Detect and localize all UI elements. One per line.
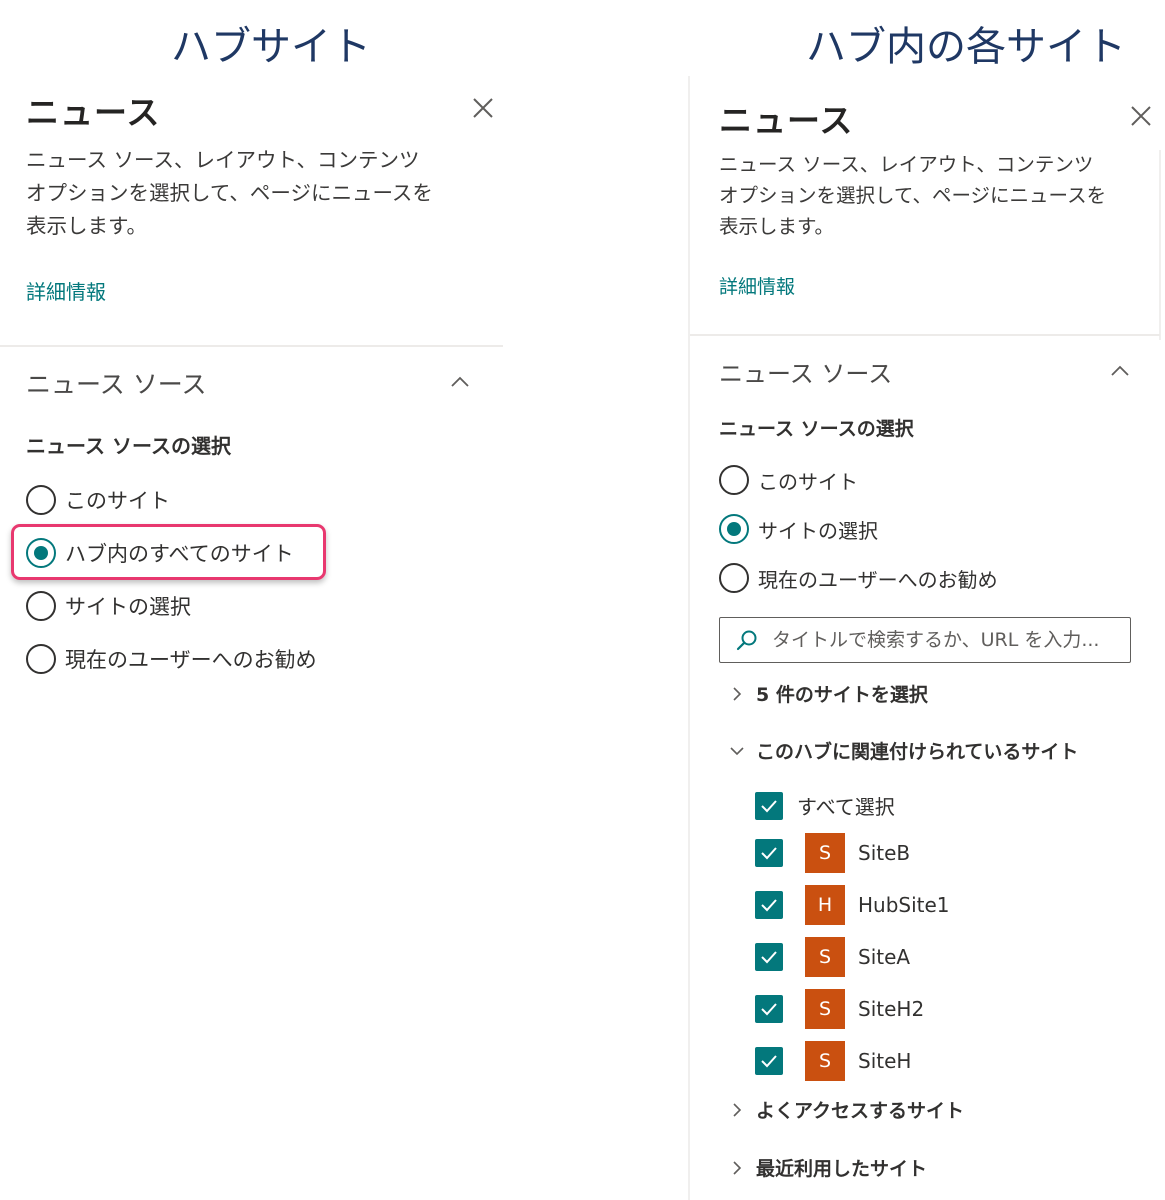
site-row[interactable]: S SiteB bbox=[755, 833, 910, 873]
site-row[interactable]: H HubSite1 bbox=[755, 885, 950, 925]
right-option-this-site[interactable]: このサイト bbox=[719, 465, 858, 495]
checkbox-checked[interactable] bbox=[755, 791, 783, 820]
left-learn-more-link[interactable]: 詳細情報 bbox=[26, 276, 106, 305]
left-collapse-chevron-icon[interactable] bbox=[450, 373, 470, 387]
left-caption: ハブサイト bbox=[171, 24, 371, 70]
left-option-select-sites[interactable]: サイトの選択 bbox=[26, 591, 191, 621]
right-description: ニュース ソース、レイアウト、コンテンツ オプションを選択して、ページにニュース… bbox=[719, 149, 1149, 242]
right-select-source-label: ニュース ソースの選択 bbox=[719, 418, 914, 440]
radio-label: このサイト bbox=[65, 489, 170, 513]
chevron-right-icon[interactable] bbox=[730, 686, 744, 701]
right-divider bbox=[690, 334, 1160, 336]
right-panel-left-border bbox=[688, 76, 690, 1200]
right-collapse-chevron-icon[interactable] bbox=[1110, 362, 1130, 376]
left-divider bbox=[0, 345, 503, 347]
site-logo-tile: S bbox=[805, 989, 845, 1029]
right-learn-more-link[interactable]: 詳細情報 bbox=[719, 272, 795, 299]
chevron-right-icon[interactable] bbox=[730, 1102, 744, 1117]
checkbox-checked[interactable] bbox=[755, 995, 783, 1023]
site-row[interactable]: S SiteH bbox=[755, 1041, 911, 1081]
right-description-line: 表示します。 bbox=[719, 215, 835, 238]
checkmark-icon bbox=[761, 1055, 777, 1068]
right-caption: ハブ内の各サイト bbox=[806, 24, 1126, 70]
radio-button[interactable] bbox=[719, 563, 749, 593]
right-description-line: オプションを選択して、ページにニュースを bbox=[719, 184, 1107, 207]
site-logo-tile: H bbox=[805, 885, 845, 925]
right-panel-scroll-edge bbox=[1159, 150, 1161, 340]
left-description-line: 表示します。 bbox=[26, 214, 147, 238]
right-section-title: ニュース ソース bbox=[719, 360, 893, 388]
site-row[interactable]: S SiteA bbox=[755, 937, 910, 977]
site-name: SiteA bbox=[858, 945, 911, 969]
right-description-line: ニュース ソース、レイアウト、コンテンツ bbox=[719, 153, 1094, 176]
checkmark-icon bbox=[761, 899, 777, 912]
site-search-box[interactable] bbox=[719, 617, 1131, 663]
site-row[interactable]: S SiteH2 bbox=[755, 989, 924, 1029]
checkmark-icon bbox=[761, 847, 777, 860]
left-option-recommended[interactable]: 現在のユーザーへのお勧め bbox=[26, 644, 317, 674]
right-option-recommended[interactable]: 現在のユーザーへのお勧め bbox=[719, 563, 998, 593]
checkbox-checked[interactable] bbox=[755, 943, 783, 971]
group-hub-sites[interactable]: このハブに関連付けられているサイト bbox=[730, 737, 1078, 764]
site-logo-tile: S bbox=[805, 833, 845, 873]
left-close-icon[interactable] bbox=[472, 97, 494, 119]
site-search-input[interactable] bbox=[770, 628, 1124, 652]
left-section-title: ニュース ソース bbox=[26, 370, 207, 399]
group-label: このハブに関連付けられているサイト bbox=[756, 741, 1079, 763]
radio-button[interactable] bbox=[26, 485, 56, 515]
group-selected-sites[interactable]: 5 件のサイトを選択 bbox=[730, 680, 928, 707]
radio-button[interactable] bbox=[26, 644, 56, 674]
left-option-this-site[interactable]: このサイト bbox=[26, 485, 170, 515]
left-description-line: オプションを選択して、ページにニュースを bbox=[26, 181, 433, 205]
radio-button-selected[interactable] bbox=[719, 514, 749, 544]
group-label: よくアクセスするサイト bbox=[756, 1100, 965, 1122]
site-logo-tile: S bbox=[805, 937, 845, 977]
radio-label: サイトの選択 bbox=[65, 595, 191, 619]
search-icon bbox=[736, 630, 757, 651]
left-panel-title: ニュース bbox=[26, 93, 161, 132]
select-all-label: すべて選択 bbox=[797, 795, 895, 819]
checkmark-icon bbox=[761, 951, 777, 964]
radio-label: 現在のユーザーへのお勧め bbox=[758, 567, 998, 592]
radio-button[interactable] bbox=[26, 591, 56, 621]
chevron-down-icon[interactable] bbox=[730, 744, 744, 758]
site-name: SiteH bbox=[858, 1049, 912, 1073]
radio-label: 現在のユーザーへのお勧め bbox=[65, 648, 317, 672]
site-name: SiteH2 bbox=[858, 997, 925, 1021]
radio-label: このサイト bbox=[758, 469, 858, 494]
site-logo-tile: S bbox=[805, 1041, 845, 1081]
checkbox-checked[interactable] bbox=[755, 1047, 783, 1075]
left-select-source-label: ニュース ソースの選択 bbox=[26, 434, 231, 458]
chevron-right-icon[interactable] bbox=[730, 1160, 744, 1175]
group-recent-sites[interactable]: 最近利用したサイト bbox=[730, 1154, 927, 1181]
checkmark-icon bbox=[761, 1003, 777, 1016]
group-label: 5 件のサイトを選択 bbox=[756, 684, 928, 706]
radio-label: サイトの選択 bbox=[758, 518, 878, 543]
group-label: 最近利用したサイト bbox=[756, 1158, 928, 1180]
checkmark-icon bbox=[761, 799, 777, 812]
site-name: HubSite1 bbox=[858, 893, 950, 917]
select-all-row[interactable]: すべて選択 bbox=[755, 791, 895, 820]
right-close-icon[interactable] bbox=[1130, 105, 1152, 127]
radio-label: ハブ内のすべてのサイト bbox=[65, 542, 294, 566]
left-option-all-hub-sites[interactable]: ハブ内のすべてのサイト bbox=[26, 538, 294, 568]
left-description: ニュース ソース、レイアウト、コンテンツ オプションを選択して、ページにニュース… bbox=[26, 144, 496, 243]
checkbox-checked[interactable] bbox=[755, 891, 783, 919]
radio-button[interactable] bbox=[719, 465, 749, 495]
site-name: SiteB bbox=[858, 841, 911, 865]
right-panel-title: ニュース bbox=[719, 101, 854, 140]
left-description-line: ニュース ソース、レイアウト、コンテンツ bbox=[26, 148, 420, 172]
radio-button-selected[interactable] bbox=[26, 538, 56, 568]
checkbox-checked[interactable] bbox=[755, 839, 783, 867]
right-option-select-sites[interactable]: サイトの選択 bbox=[719, 514, 878, 544]
group-frequent-sites[interactable]: よくアクセスするサイト bbox=[730, 1096, 964, 1123]
